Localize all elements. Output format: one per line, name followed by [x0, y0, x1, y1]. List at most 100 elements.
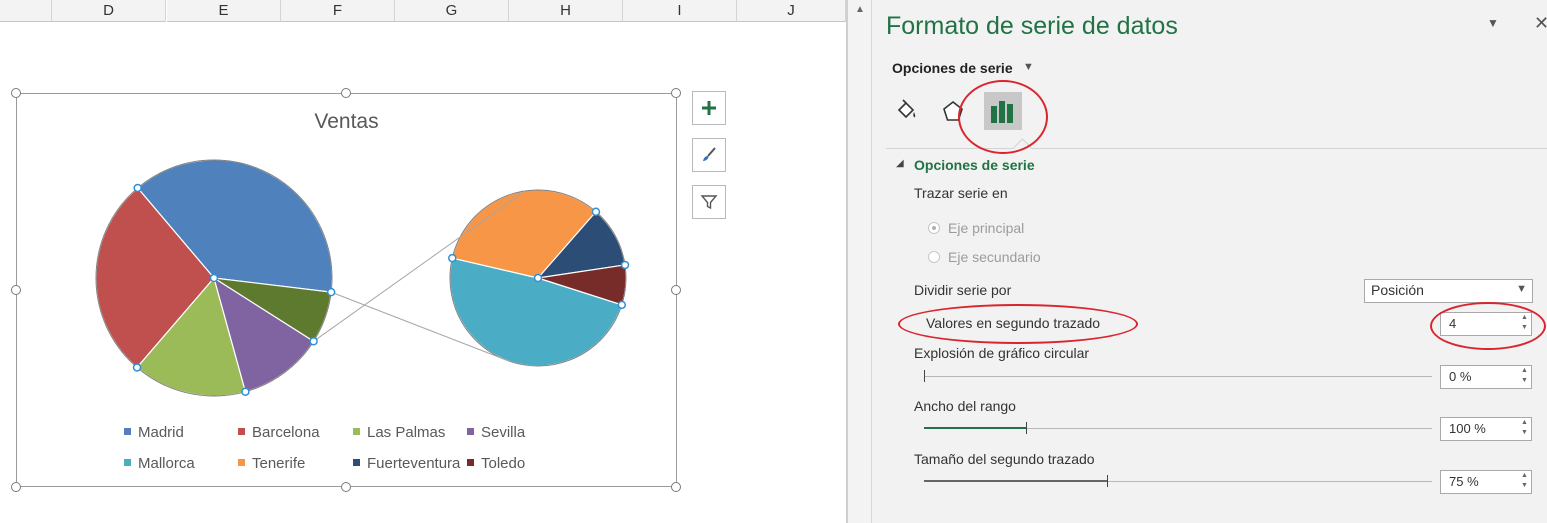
legend-label: Sevilla: [481, 424, 526, 441]
split-series-by-label: Dividir serie por: [914, 282, 1012, 298]
series-selection-marker[interactable]: [309, 337, 318, 346]
legend-label: Madrid: [138, 424, 184, 441]
resize-handle-right[interactable]: [671, 285, 681, 295]
section-title[interactable]: Opciones de serie: [914, 157, 1035, 173]
column-header[interactable]: G: [395, 0, 509, 22]
pie-explosion-slider[interactable]: [924, 370, 1432, 382]
radio-secondary-axis-label: Eje secundario: [948, 249, 1041, 265]
legend-swatch: [353, 428, 360, 435]
series-selection-marker[interactable]: [132, 363, 142, 372]
legend-swatch: [124, 459, 131, 466]
chart-styles-button[interactable]: [692, 138, 726, 172]
resize-handle-bottom-left[interactable]: [11, 482, 21, 492]
column-header[interactable]: J: [737, 0, 846, 22]
resize-handle-top-left[interactable]: [11, 88, 21, 98]
plot-series-on-label: Trazar serie en: [914, 185, 1008, 201]
column-header[interactable]: H: [509, 0, 623, 22]
spinner-arrows-icon[interactable]: ▲ ▼: [1520, 418, 1529, 438]
legend-label: Toledo: [481, 455, 526, 472]
column-header[interactable]: F: [281, 0, 395, 22]
legend-label: Fuerteventura: [367, 455, 461, 472]
pie-of-pie-plot[interactable]: [16, 93, 677, 487]
radio-selected-dot: [932, 226, 936, 230]
slider-thumb[interactable]: [924, 370, 925, 382]
column-header[interactable]: E: [167, 0, 281, 22]
series-selection-marker[interactable]: [533, 273, 543, 283]
annotation-ellipse-second-plot-values-spinner: [1430, 302, 1546, 350]
pie-explosion-value: 0 %: [1449, 369, 1472, 384]
legend-entry[interactable]: Fuerteventura: [353, 455, 460, 472]
second-plot-size-label: Tamaño del segundo trazado: [914, 451, 1095, 467]
radio-secondary-axis[interactable]: [928, 251, 940, 263]
chart-filters-button[interactable]: [692, 185, 726, 219]
chevron-down-icon: ▼: [1516, 283, 1527, 295]
legend-entry[interactable]: Mallorca: [124, 455, 195, 472]
legend-label: Las Palmas: [367, 424, 446, 441]
legend-entry[interactable]: Las Palmas: [353, 424, 445, 441]
legend-label: Mallorca: [138, 455, 195, 472]
resize-handle-left[interactable]: [11, 285, 21, 295]
radio-primary-axis-label: Eje principal: [948, 220, 1025, 236]
legend-swatch: [467, 428, 474, 435]
collapse-triangle-icon[interactable]: ◢: [896, 158, 904, 169]
series-selection-marker[interactable]: [620, 260, 630, 270]
plus-icon: [702, 101, 716, 115]
series-selection-marker[interactable]: [133, 183, 142, 193]
series-selection-marker[interactable]: [617, 300, 627, 310]
column-header[interactable]: D: [52, 0, 166, 22]
series-selection-marker[interactable]: [591, 207, 601, 216]
second-plot-size-slider[interactable]: [924, 475, 1432, 487]
close-icon[interactable]: ✕: [1534, 13, 1547, 34]
annotation-ellipse-second-plot-values-label: [898, 304, 1138, 344]
legend-swatch: [353, 459, 360, 466]
gap-width-spinner[interactable]: 100 % ▲ ▼: [1440, 417, 1532, 441]
spreadsheet-area: DEFGHIJ Ventas Madrid Barcelona Las Palmas…: [0, 0, 846, 523]
series-options-dropdown[interactable]: Opciones de serie: [892, 60, 1013, 76]
legend-entry[interactable]: Tenerife: [238, 455, 305, 472]
legend-label: Barcelona: [252, 424, 320, 441]
legend-swatch: [238, 428, 245, 435]
slider-thumb[interactable]: [1026, 422, 1027, 434]
filter-icon: [700, 195, 718, 210]
chart-area[interactable]: Ventas Madrid Barcelona Las Palmas Sevilla M…: [16, 93, 677, 487]
scroll-up-arrow-icon[interactable]: ▲: [853, 2, 867, 16]
slider-thumb[interactable]: [1107, 475, 1108, 487]
second-plot-size-spinner[interactable]: 75 % ▲ ▼: [1440, 470, 1532, 494]
slider-fill: [924, 480, 1107, 482]
series-selection-marker[interactable]: [209, 273, 219, 283]
chart-elements-button[interactable]: [692, 91, 726, 125]
series-selection-marker[interactable]: [448, 253, 457, 263]
resize-handle-bottom[interactable]: [341, 482, 351, 492]
paint-bucket-icon: [897, 99, 916, 119]
slider-fill: [924, 427, 1026, 429]
format-data-series-pane: Formato de serie de datos ▼ ✕ Opciones d…: [872, 0, 1547, 523]
legend-entry[interactable]: Madrid: [124, 424, 184, 441]
split-series-by-select[interactable]: Posición ▼: [1364, 279, 1533, 303]
legend-swatch: [238, 459, 245, 466]
spinner-arrows-icon[interactable]: ▲ ▼: [1520, 471, 1529, 491]
chevron-down-icon[interactable]: ▼: [1023, 61, 1034, 73]
resize-handle-top[interactable]: [341, 88, 351, 98]
legend-swatch: [467, 459, 474, 466]
tab-fill-line[interactable]: [886, 92, 926, 130]
gap-width-slider[interactable]: [924, 422, 1432, 434]
spinner-arrows-icon[interactable]: ▲ ▼: [1520, 366, 1529, 386]
column-header-partial[interactable]: [0, 0, 52, 22]
pie-explosion-spinner[interactable]: 0 % ▲ ▼: [1440, 365, 1532, 389]
series-selection-marker[interactable]: [241, 387, 250, 396]
pane-options-dropdown-icon[interactable]: ▼: [1487, 16, 1499, 30]
resize-handle-top-right[interactable]: [671, 88, 681, 98]
pane-title: Formato de serie de datos: [886, 12, 1178, 40]
legend-entry[interactable]: Barcelona: [238, 424, 320, 441]
resize-handle-bottom-right[interactable]: [671, 482, 681, 492]
column-header[interactable]: I: [623, 0, 737, 22]
pie-explosion-label: Explosión de gráfico circular: [914, 345, 1090, 361]
brush-icon: [703, 147, 716, 161]
split-series-by-value: Posición: [1371, 282, 1424, 298]
series-selection-marker[interactable]: [326, 287, 336, 297]
annotation-circle-series-options-tab: [958, 80, 1048, 154]
legend-entry[interactable]: Toledo: [467, 455, 525, 472]
legend-entry[interactable]: Sevilla: [467, 424, 525, 441]
radio-primary-axis[interactable]: [928, 222, 940, 234]
vertical-scrollbar[interactable]: [848, 0, 872, 523]
